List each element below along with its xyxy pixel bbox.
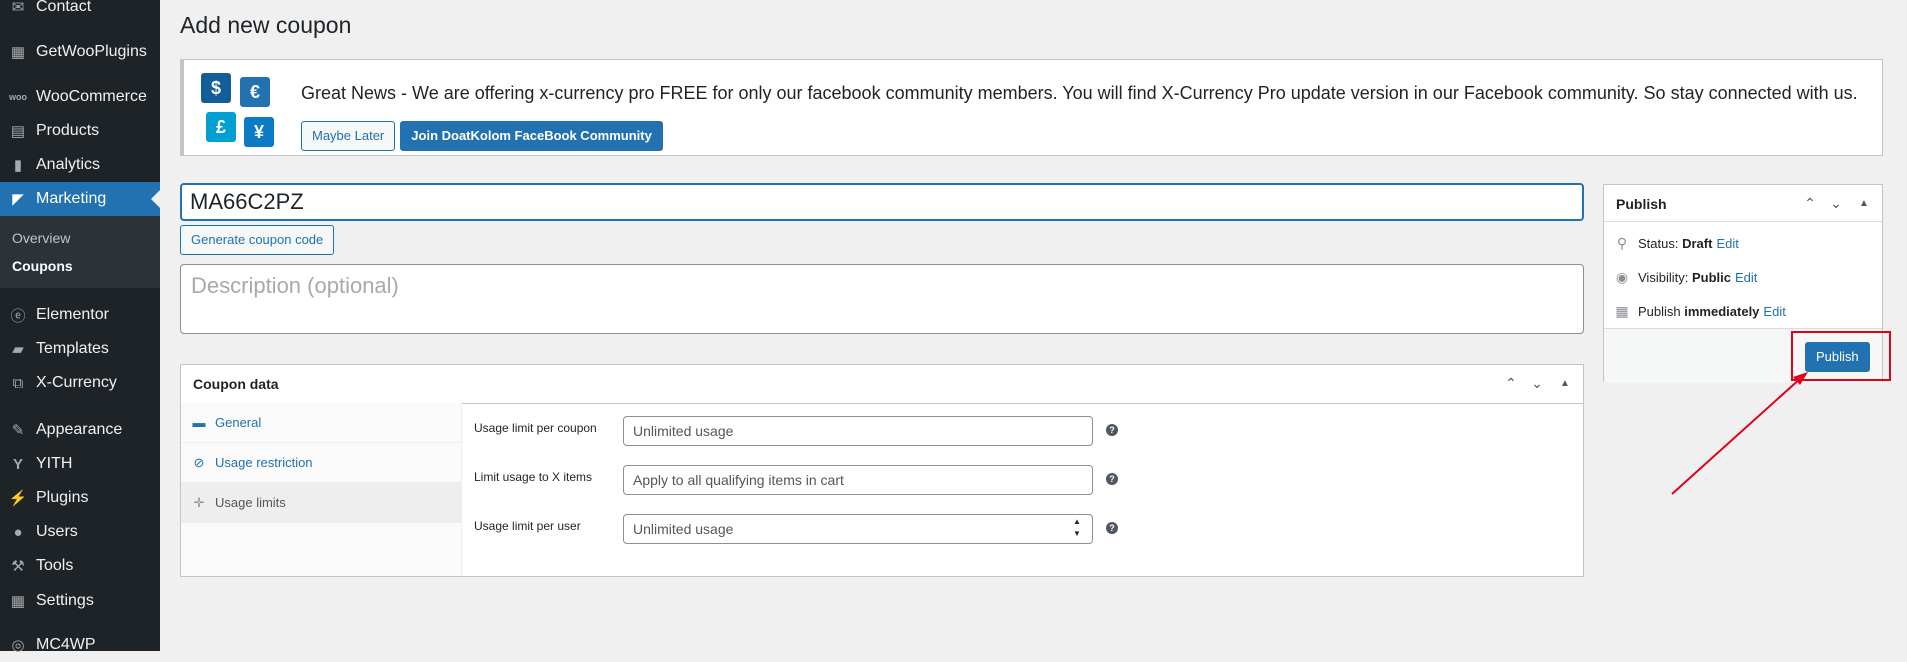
annotation-arrow [1671,372,1808,495]
